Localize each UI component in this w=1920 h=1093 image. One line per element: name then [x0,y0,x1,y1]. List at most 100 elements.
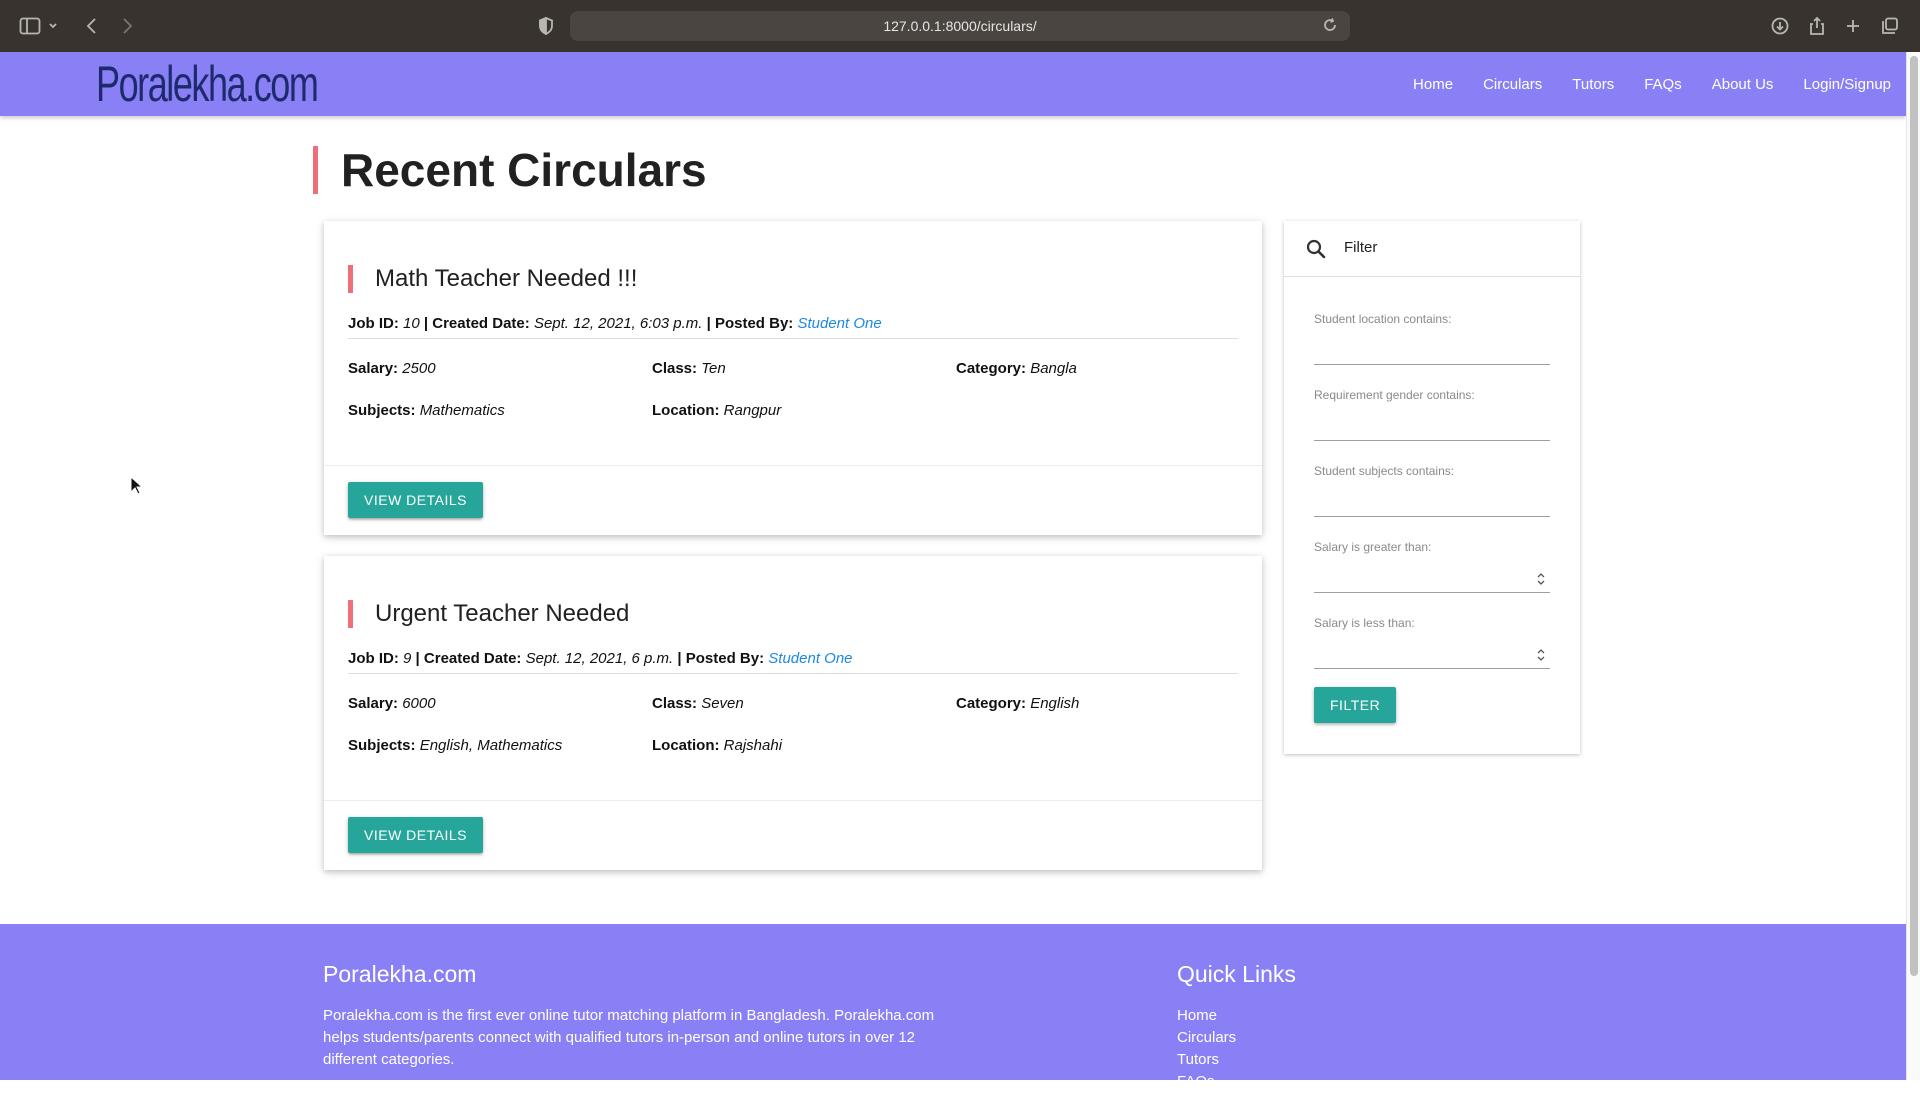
created-value: Sept. 12, 2021, 6 p.m. [525,650,674,667]
salary-value: 6000 [402,695,436,712]
salary-greater-input[interactable] [1314,592,1550,593]
footer-link-tutors[interactable]: Tutors [1177,1049,1236,1071]
category-value: Bangla [1030,360,1077,377]
site-footer: Poralekha.com Poralekha.com is the first… [0,924,1906,1090]
salary-less-field[interactable]: Salary is less than: [1314,616,1550,669]
salary-field: Salary: 6000 [348,695,436,712]
requirement-gender-input[interactable] [1314,440,1550,441]
nav-link-about-us[interactable]: About Us [1712,76,1774,93]
category-value: English [1030,695,1080,712]
footer-brand: Poralekha.com [323,961,477,987]
browser-toolbar: 127.0.0.1:8000/circulars/ [0,0,1920,52]
download-icon[interactable] [1768,14,1792,38]
shield-icon [534,14,558,38]
forward-icon[interactable] [115,14,139,38]
category-field: Category: English [956,695,1079,712]
subjects-field: Subjects: Mathematics [348,402,505,419]
filter-button[interactable]: FILTER [1314,687,1397,723]
footer-link-home[interactable]: Home [1177,1005,1236,1027]
scrollbar-thumb[interactable] [1910,56,1918,976]
number-stepper-icon[interactable] [1536,647,1546,663]
subjects-label: Subjects: [348,737,416,754]
salary-label: Salary: [348,695,399,712]
view-details-button[interactable]: VIEW DETAILS [348,817,483,853]
reload-icon[interactable] [1322,17,1340,35]
circular-title: Math Teacher Needed !!! [348,265,637,293]
nav-link-login-signup[interactable]: Login/Signup [1803,76,1891,93]
posted-label: | Posted By: [706,315,794,332]
class-field: Class: Seven [652,695,744,712]
circular-meta: Job ID: 9 | Created Date: Sept. 12, 2021… [348,650,1238,674]
job-id-label: Job ID: [348,650,399,667]
page-title: Recent Circulars [313,146,707,194]
posted-label: | Posted By: [677,650,765,667]
nav-link-tutors[interactable]: Tutors [1572,76,1614,93]
subjects-value: Mathematics [419,402,505,419]
student-subjects-input[interactable] [1314,516,1550,517]
created-value: Sept. 12, 2021, 6:03 p.m. [533,315,703,332]
location-value: Rangpur [723,402,782,419]
tabs-icon[interactable] [1878,14,1902,38]
footer-link-faqs[interactable]: FAQs [1177,1071,1236,1093]
nav-link-faqs[interactable]: FAQs [1644,76,1682,93]
location-label: Location: [652,402,720,419]
created-label: | Created Date: [423,315,530,332]
nav-link-home[interactable]: Home [1413,76,1453,93]
salary-field: Salary: 2500 [348,360,436,377]
nav-link-circulars[interactable]: Circulars [1483,76,1542,93]
student-subjects-field[interactable]: Student subjects contains: [1314,464,1550,517]
created-label: | Created Date: [415,650,522,667]
url-text: 127.0.0.1:8000/circulars/ [883,18,1037,34]
share-icon[interactable] [1805,14,1829,38]
address-bar[interactable]: 127.0.0.1:8000/circulars/ [570,11,1350,41]
location-field: Location: Rajshahi [652,737,782,754]
number-stepper-icon[interactable] [1536,571,1546,587]
site-logo[interactable]: Poralekha.com [96,52,319,116]
subjects-value: English, Mathematics [419,737,563,754]
student-location-input[interactable] [1314,364,1550,365]
salary-label: Salary: [348,360,399,377]
search-icon [1304,237,1328,261]
class-label: Class: [652,360,698,377]
circular-card: Math Teacher Needed !!! Job ID: 10 | Cre… [324,221,1262,535]
requirement-gender-label: Requirement gender contains: [1314,388,1475,402]
new-tab-icon[interactable] [1841,14,1865,38]
filter-panel: Filter Student location contains: Requir… [1284,221,1580,754]
site-navbar: Poralekha.com Home Circulars Tutors FAQs… [0,52,1906,116]
location-label: Location: [652,737,720,754]
class-field: Class: Ten [652,360,726,377]
salary-less-label: Salary is less than: [1314,616,1415,630]
chevron-down-icon[interactable] [47,14,59,38]
mouse-cursor-icon [130,475,144,496]
job-id-value: 9 [403,650,412,667]
footer-description: Poralekha.com is the first ever online t… [323,1007,935,1068]
card-divider [324,465,1262,466]
circular-title: Urgent Teacher Needed [348,600,629,628]
student-subjects-label: Student subjects contains: [1314,464,1455,478]
requirement-gender-field[interactable]: Requirement gender contains: [1314,388,1550,441]
nav-links: Home Circulars Tutors FAQs About Us Logi… [1383,52,1891,116]
salary-less-input[interactable] [1314,668,1550,669]
circular-meta: Job ID: 10 | Created Date: Sept. 12, 202… [348,315,1238,339]
circular-card: Urgent Teacher Needed Job ID: 9 | Create… [324,556,1262,870]
category-field: Category: Bangla [956,360,1077,377]
back-icon[interactable] [80,14,104,38]
category-label: Category: [956,360,1027,377]
subjects-field: Subjects: English, Mathematics [348,737,562,754]
subjects-label: Subjects: [348,402,416,419]
salary-greater-label: Salary is greater than: [1314,540,1432,554]
view-details-button[interactable]: VIEW DETAILS [348,482,483,518]
class-value: Ten [701,360,726,377]
footer-link-circulars[interactable]: Circulars [1177,1027,1236,1049]
sidebar-icon[interactable] [18,14,42,38]
student-location-field[interactable]: Student location contains: [1314,312,1550,365]
job-id-value: 10 [403,315,420,332]
page-scrollbar[interactable] [1906,52,1920,1080]
salary-greater-field[interactable]: Salary is greater than: [1314,540,1550,593]
posted-by-link[interactable]: Student One [768,650,852,667]
filter-title: Filter [1344,239,1378,256]
quick-links-title: Quick Links [1177,961,1296,987]
posted-by-link[interactable]: Student One [797,315,881,332]
location-field: Location: Rangpur [652,402,781,419]
filter-header[interactable]: Filter [1284,221,1580,277]
